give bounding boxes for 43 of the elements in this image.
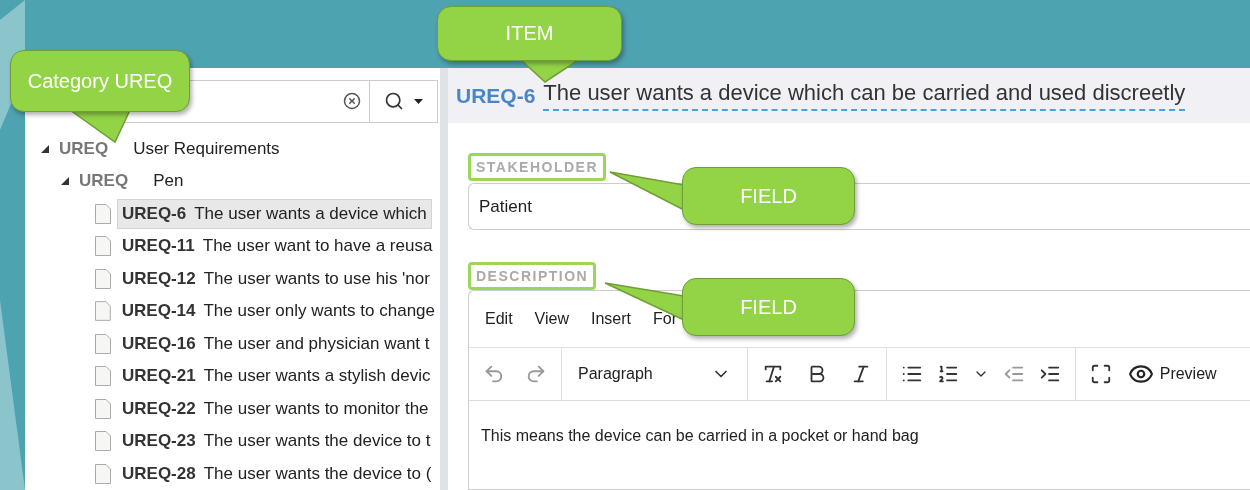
fullscreen-icon[interactable] <box>1089 363 1112 385</box>
tree-item[interactable]: UREQ-16 The user and physician want t <box>117 328 435 359</box>
tree-item[interactable]: UREQ-28 The user wants the device to ( <box>117 458 437 489</box>
document-icon <box>95 463 111 484</box>
tree-item[interactable]: UREQ-12 The user wants to use his 'nor <box>117 263 435 294</box>
clear-icon[interactable] <box>343 92 361 111</box>
field-label: STAKEHOLDER <box>468 153 607 181</box>
document-icon <box>95 203 111 224</box>
menu-item[interactable]: Insert <box>590 310 631 328</box>
document-icon <box>95 268 111 289</box>
tree-item[interactable]: UREQ-21 The user wants a stylish devic <box>117 361 436 392</box>
document-icon <box>95 366 111 387</box>
document-icon <box>95 301 111 322</box>
document-icon <box>95 398 111 419</box>
expand-toggle-icon[interactable] <box>41 144 49 153</box>
description-text: This means the device can be carried in a pocket or hand bag <box>480 426 920 446</box>
menu-item[interactable]: For <box>653 310 677 328</box>
caret-icon <box>414 98 423 104</box>
tree-item[interactable]: UREQ-22 The user wants to monitor the <box>117 393 434 424</box>
numbered-list-icon[interactable] <box>936 363 959 385</box>
tree-item[interactable]: UREQ-6 The user wants a device which <box>117 198 432 229</box>
tree-item[interactable]: UREQ-14 The user only wants to change <box>116 296 440 327</box>
category-name: User Requirements <box>133 138 280 159</box>
redo-icon[interactable] <box>525 363 547 385</box>
category-code: UREQ <box>59 138 109 159</box>
undo-icon[interactable] <box>483 363 505 385</box>
menu-item[interactable]: View <box>534 310 569 328</box>
paragraph-select[interactable]: Paragraph <box>576 364 733 384</box>
expand-toggle-icon[interactable] <box>61 177 69 186</box>
search-icon <box>384 91 404 112</box>
preview-button[interactable]: Preview <box>1127 361 1217 387</box>
item-id: UREQ-6 <box>456 83 536 108</box>
item-title[interactable]: The user wants a device which can be carried and used discreetly <box>543 80 1186 111</box>
tree-item[interactable]: UREQ-11 The user want to have a reusa <box>117 231 438 262</box>
field-label: DESCRIPTION <box>468 262 597 290</box>
tree-item[interactable]: UREQ-23 The user wants the device to t <box>117 426 436 457</box>
document-icon <box>95 431 111 452</box>
document-icon <box>95 236 111 257</box>
menu-item[interactable]: Edit <box>485 310 513 328</box>
document-icon <box>95 333 111 354</box>
category-code: UREQ <box>79 171 129 192</box>
search-button[interactable] <box>370 80 438 123</box>
category-name: Pen <box>153 171 184 192</box>
